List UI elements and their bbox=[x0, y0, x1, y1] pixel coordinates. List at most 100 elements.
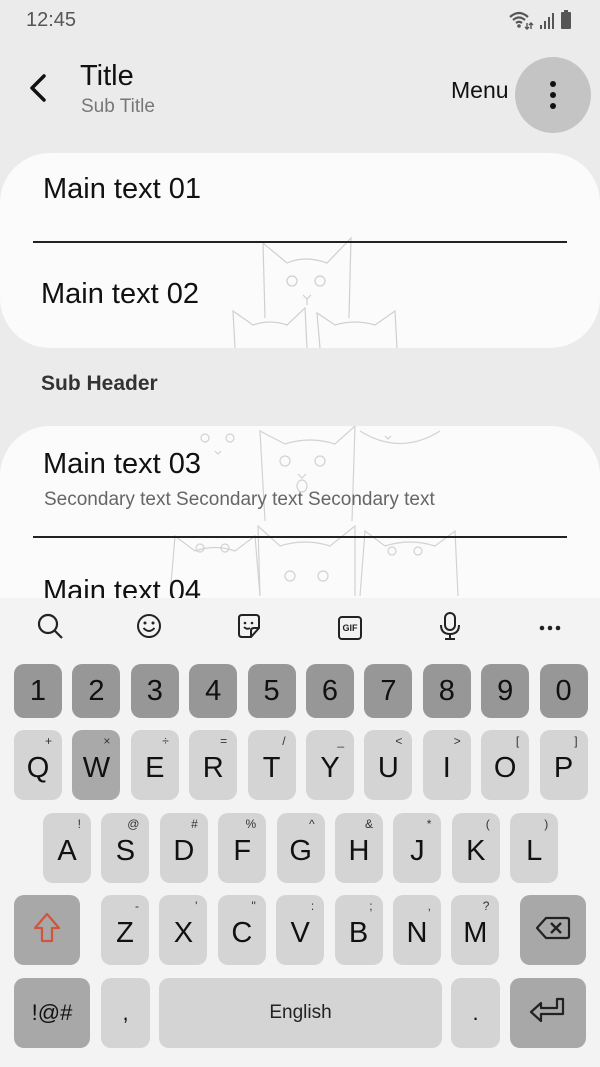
emoji-icon bbox=[135, 612, 163, 645]
key-label: 5 bbox=[263, 674, 280, 707]
list-item[interactable]: Main text 02 bbox=[0, 243, 600, 348]
symbols-key[interactable]: !@# bbox=[14, 978, 90, 1048]
enter-key[interactable] bbox=[510, 978, 586, 1048]
key-w[interactable]: × W bbox=[72, 730, 121, 800]
key-alt-symbol: ( bbox=[485, 817, 490, 831]
key-x[interactable]: ' X bbox=[159, 895, 208, 965]
key-4[interactable]: 4 bbox=[189, 664, 238, 718]
keyboard-search-button[interactable] bbox=[32, 610, 68, 646]
comma-key[interactable]: , bbox=[101, 978, 150, 1048]
gif-icon: GIF bbox=[338, 616, 362, 640]
key-o[interactable]: [O bbox=[481, 730, 530, 800]
key-alt-symbol: : bbox=[310, 899, 315, 913]
key-t[interactable]: / T bbox=[247, 730, 296, 800]
key-6[interactable]: 6 bbox=[306, 664, 354, 718]
battery-icon bbox=[560, 10, 572, 30]
list-item-main-text: Main text 02 bbox=[41, 278, 199, 310]
key-1[interactable]: 1 bbox=[14, 664, 62, 718]
key-label: H bbox=[348, 834, 370, 867]
key-alt-symbol: ! bbox=[77, 817, 81, 831]
key-alt-symbol: ? bbox=[482, 899, 490, 913]
key-d[interactable]: # D bbox=[159, 813, 208, 883]
key-alt-symbol: * bbox=[426, 817, 432, 831]
key-i[interactable]: > I bbox=[422, 730, 471, 800]
shift-key[interactable] bbox=[14, 895, 80, 965]
list-item-main-text: Main text 01 bbox=[43, 173, 201, 205]
key-s[interactable]: @ S bbox=[101, 813, 150, 883]
key-alt-symbol: ^ bbox=[308, 817, 315, 831]
key-label: A bbox=[57, 834, 77, 867]
backspace-icon bbox=[535, 915, 571, 946]
space-key[interactable]: English bbox=[159, 978, 442, 1048]
key-label: U bbox=[377, 751, 399, 784]
keyboard-sticker-button[interactable] bbox=[231, 610, 267, 646]
chevron-left-icon bbox=[27, 73, 49, 108]
key-b[interactable]: ; B bbox=[334, 895, 383, 965]
back-button[interactable] bbox=[18, 68, 58, 112]
list-item[interactable]: Main text 01 bbox=[0, 153, 600, 243]
key-h[interactable]: & H bbox=[335, 813, 383, 883]
search-icon bbox=[36, 612, 64, 645]
key-alt-symbol: # bbox=[191, 817, 198, 831]
key-k[interactable]: (K bbox=[451, 813, 500, 883]
page-title: Title bbox=[80, 60, 134, 92]
key-u[interactable]: < U bbox=[364, 730, 413, 800]
key-label: L bbox=[526, 834, 543, 867]
key-l[interactable]: ) L bbox=[510, 813, 559, 883]
key-g[interactable]: ^ G bbox=[276, 813, 325, 883]
key-label: O bbox=[493, 751, 517, 784]
more-options-button[interactable] bbox=[515, 57, 591, 133]
key-label: I bbox=[442, 751, 451, 784]
key-label: 8 bbox=[438, 674, 455, 707]
key-label: F bbox=[233, 834, 252, 867]
key-9[interactable]: 9 bbox=[481, 664, 530, 718]
key-f[interactable]: % F bbox=[218, 813, 267, 883]
microphone-icon bbox=[438, 611, 462, 646]
key-label: V bbox=[290, 916, 310, 949]
key-p[interactable]: ] P bbox=[539, 730, 588, 800]
key-label: Q bbox=[26, 751, 50, 784]
backspace-key[interactable] bbox=[520, 895, 586, 965]
key-c[interactable]: " C bbox=[217, 895, 266, 965]
key-alt-symbol: ' bbox=[195, 899, 198, 913]
keyboard-gif-button[interactable]: GIF bbox=[332, 610, 368, 646]
key-r[interactable]: = R bbox=[189, 730, 238, 800]
key-label: 6 bbox=[321, 674, 339, 707]
key-label: X bbox=[173, 916, 194, 949]
keyboard-toolbar: GIF bbox=[0, 598, 600, 656]
key-label: 9 bbox=[497, 674, 514, 707]
key-z[interactable]: -Z bbox=[101, 895, 149, 965]
key-7[interactable]: 7 bbox=[364, 664, 413, 718]
list-item-secondary-text: Secondary text Secondary text Secondary … bbox=[44, 489, 435, 510]
key-label: B bbox=[348, 916, 369, 949]
key-alt-symbol: , bbox=[427, 899, 431, 913]
list-item[interactable]: Main text 03 Secondary text Secondary te… bbox=[0, 426, 600, 538]
key-label: T bbox=[262, 751, 281, 784]
keyboard-more-button[interactable] bbox=[532, 610, 568, 646]
menu-button[interactable]: Menu bbox=[451, 77, 509, 104]
status-icons bbox=[508, 10, 572, 30]
key-8[interactable]: 8 bbox=[422, 664, 471, 718]
shift-icon bbox=[32, 911, 62, 950]
list-group-1: Main text 01 Main text 02 bbox=[0, 153, 600, 348]
wifi-icon bbox=[508, 10, 534, 30]
keyboard-emoji-button[interactable] bbox=[131, 610, 167, 646]
key-a[interactable]: ! A bbox=[43, 813, 91, 883]
key-y[interactable]: _ Y bbox=[306, 730, 354, 800]
key-q[interactable]: + Q bbox=[14, 730, 62, 800]
signal-icon bbox=[539, 12, 555, 30]
keyboard-voice-button[interactable] bbox=[432, 610, 468, 646]
key-label: M bbox=[463, 916, 488, 949]
key-m[interactable]: ? M bbox=[451, 895, 500, 965]
key-3[interactable]: 3 bbox=[130, 664, 179, 718]
key-n[interactable]: ,N bbox=[393, 895, 441, 965]
period-key[interactable]: . bbox=[451, 978, 500, 1048]
key-5[interactable]: 5 bbox=[247, 664, 296, 718]
key-v[interactable]: :V bbox=[276, 895, 325, 965]
key-2[interactable]: 2 bbox=[72, 664, 121, 718]
key-label: C bbox=[231, 916, 253, 949]
key-e[interactable]: ÷ E bbox=[130, 730, 179, 800]
key-j[interactable]: * J bbox=[393, 813, 442, 883]
sub-header: Sub Header bbox=[41, 372, 158, 395]
key-0[interactable]: 0 bbox=[539, 664, 588, 718]
